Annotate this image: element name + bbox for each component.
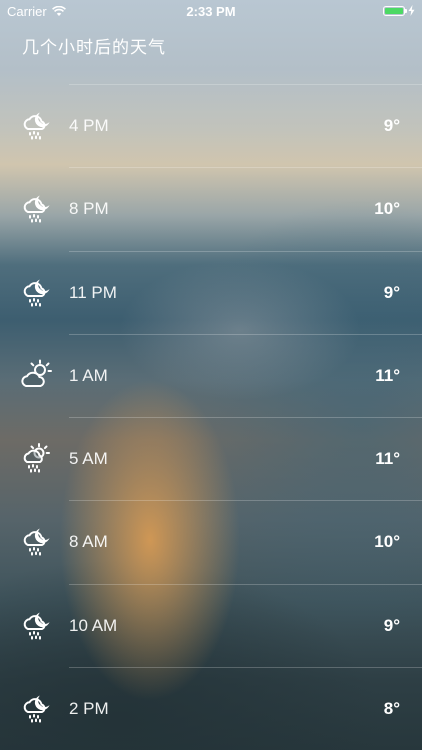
forecast-row: 10 AM 9° [0,583,422,667]
forecast-row: 8 PM 10° [0,167,422,250]
weather-icon [20,524,54,558]
forecast-row: 11 PM 9° [0,250,422,334]
forecast-time: 8 PM [69,199,109,219]
battery-indicator [383,5,415,16]
forecast-row: 1 AM 11° [0,333,422,417]
weather-icon [20,441,54,475]
forecast-time: 10 AM [69,615,118,635]
forecast-time: 4 PM [69,116,109,135]
forecast-temperature: 10° [374,199,400,219]
forecast-temperature: 9° [383,116,400,135]
forecast-time: 8 AM [69,532,108,552]
forecast-row: 4 PM 9° [0,84,422,167]
forecast-temperature: 11° [375,365,400,385]
weather-icon [20,275,54,309]
weather-icon [20,358,54,392]
weather-icon [20,691,54,725]
forecast-row: 5 AM 11° [0,417,422,500]
weather-icon [20,191,54,225]
forecast-temperature: 10° [374,532,400,552]
forecast-temperature: 11° [375,449,400,469]
forecast-temperature: 8° [383,699,400,719]
battery-icon [383,5,407,16]
forecast-row: 8 AM 10° [0,500,422,583]
weather-icon [20,608,54,642]
forecast-row: 2 PM 8° [0,667,422,750]
status-time: 2:33 PM [186,4,236,19]
page-title: 几个小时后的天气 [22,38,166,57]
forecast-temperature: 9° [383,615,400,635]
forecast-time: 11 PM [69,282,117,302]
forecast-time: 1 AM [69,365,108,385]
battery-fill [385,7,403,14]
hourly-forecast-list: 4 PM 9° 8 PM 10° 11 PM 9° 1 AM 11° 5 AM … [0,84,422,750]
forecast-time: 5 AM [69,449,108,469]
charging-bolt-icon [408,5,415,16]
forecast-time: 2 PM [69,699,109,719]
weather-icon [20,108,54,142]
status-bar: Carrier 2:33 PM [0,0,422,22]
forecast-temperature: 9° [383,282,400,302]
